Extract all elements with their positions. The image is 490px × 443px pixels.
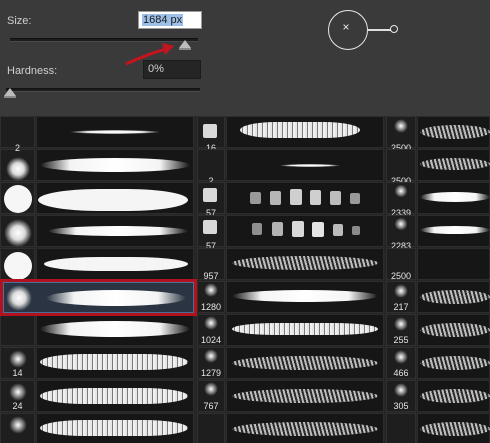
brush-angle-line xyxy=(368,29,392,31)
brush-tip-texture xyxy=(203,188,217,202)
brush-size-label: 767 xyxy=(203,401,219,411)
brush-stamp xyxy=(350,193,360,204)
brush-stamp xyxy=(290,189,302,205)
brush-stamp xyxy=(270,191,281,205)
brush-center-icon: × xyxy=(342,20,350,34)
brush-stroke xyxy=(232,356,378,370)
brush-stroke xyxy=(40,388,188,404)
brush-tip-texture xyxy=(203,124,217,138)
brush-tip-splatter xyxy=(393,119,409,133)
brush-tip-splatter xyxy=(203,382,219,396)
brush-tip-splatter xyxy=(8,350,28,368)
brush-tip-hard xyxy=(4,252,32,280)
brush-stroke xyxy=(232,290,378,302)
brush-stroke xyxy=(232,323,378,335)
brush-stroke xyxy=(40,420,188,436)
brush-size-label: 1279 xyxy=(200,368,222,378)
brush-stroke xyxy=(40,158,190,172)
brush-stamp xyxy=(333,224,343,236)
brush-stroke-preview[interactable] xyxy=(226,215,384,247)
brush-size-label: 957 xyxy=(203,271,219,281)
size-input[interactable]: 1684 px xyxy=(138,11,202,29)
brush-size-label: 1024 xyxy=(200,335,222,345)
brush-stroke xyxy=(420,158,490,170)
brush-stroke xyxy=(40,321,190,337)
brush-stamp xyxy=(312,222,324,237)
brush-tip-hard xyxy=(4,185,32,213)
brush-stamp xyxy=(292,221,304,237)
brush-stroke xyxy=(420,192,490,202)
brush-stroke-preview[interactable] xyxy=(417,248,490,280)
brush-tip-soft xyxy=(6,157,30,181)
brush-stroke xyxy=(232,422,378,436)
hardness-slider[interactable] xyxy=(6,88,200,92)
brush-tip-splatter xyxy=(393,185,409,197)
brush-stroke xyxy=(40,354,188,370)
brush-tip-splatter xyxy=(8,416,28,434)
brush-stamp xyxy=(352,226,360,235)
brush-angle-handle[interactable] xyxy=(390,25,398,33)
brush-tip-splatter xyxy=(393,284,409,298)
brush-stroke xyxy=(420,125,490,139)
brush-tip-soft xyxy=(4,219,32,247)
brush-stamp xyxy=(250,192,261,204)
brush-cell[interactable] xyxy=(386,413,416,443)
brush-tip-splatter xyxy=(8,383,28,401)
brush-stroke xyxy=(280,164,340,167)
brush-tip-splatter xyxy=(393,317,409,331)
brush-cell[interactable] xyxy=(0,314,35,346)
brush-tip-splatter xyxy=(203,316,219,330)
brush-stamp xyxy=(310,190,321,205)
brush-size-label: 14 xyxy=(12,368,23,378)
brush-tip-texture xyxy=(203,220,217,234)
brush-stroke xyxy=(232,389,378,403)
brush-size-label: 1280 xyxy=(200,302,222,312)
brush-tip-splatter xyxy=(203,349,219,363)
brush-tip-splatter xyxy=(203,283,219,297)
brush-stamp xyxy=(272,222,283,236)
brush-size-label: 305 xyxy=(393,401,409,411)
brush-size-label: 255 xyxy=(393,335,409,345)
brush-stroke xyxy=(420,323,490,337)
brush-stroke xyxy=(44,257,188,271)
brush-size-label: 466 xyxy=(393,368,409,378)
brush-stroke xyxy=(48,226,188,236)
brush-stroke xyxy=(38,189,188,211)
selection-highlight xyxy=(0,279,197,316)
brush-size-label: 2500 xyxy=(390,271,412,281)
brush-stroke xyxy=(420,389,490,403)
brush-stamp xyxy=(330,191,341,205)
hardness-input[interactable]: 0% xyxy=(143,60,201,79)
brush-stamp xyxy=(252,223,262,235)
brush-stroke xyxy=(420,356,490,370)
brush-stroke xyxy=(420,290,490,304)
brush-tip-splatter xyxy=(393,350,409,364)
hardness-label: Hardness: xyxy=(7,65,58,77)
brush-stroke xyxy=(420,422,490,436)
brush-tip-splatter xyxy=(393,383,409,397)
brush-size-label: 24 xyxy=(12,401,23,411)
brush-stroke xyxy=(240,122,360,138)
size-label: Size: xyxy=(7,15,32,27)
brush-stroke xyxy=(232,256,378,270)
hardness-slider-thumb[interactable] xyxy=(4,88,16,98)
brush-stroke xyxy=(420,226,490,234)
brush-stroke xyxy=(70,130,160,134)
brush-size-label: 2 xyxy=(14,143,20,153)
brush-options-panel: Size: 1684 px Hardness: 0% × xyxy=(0,0,490,116)
brush-size-label: 217 xyxy=(393,302,409,312)
brush-preset-grid: 2 14 24 16 2 57 57 957 1280 1024 1279 76… xyxy=(0,116,490,443)
brush-cell[interactable] xyxy=(197,413,225,443)
brush-tip-splatter xyxy=(393,218,409,230)
size-value: 1684 px xyxy=(142,14,184,26)
